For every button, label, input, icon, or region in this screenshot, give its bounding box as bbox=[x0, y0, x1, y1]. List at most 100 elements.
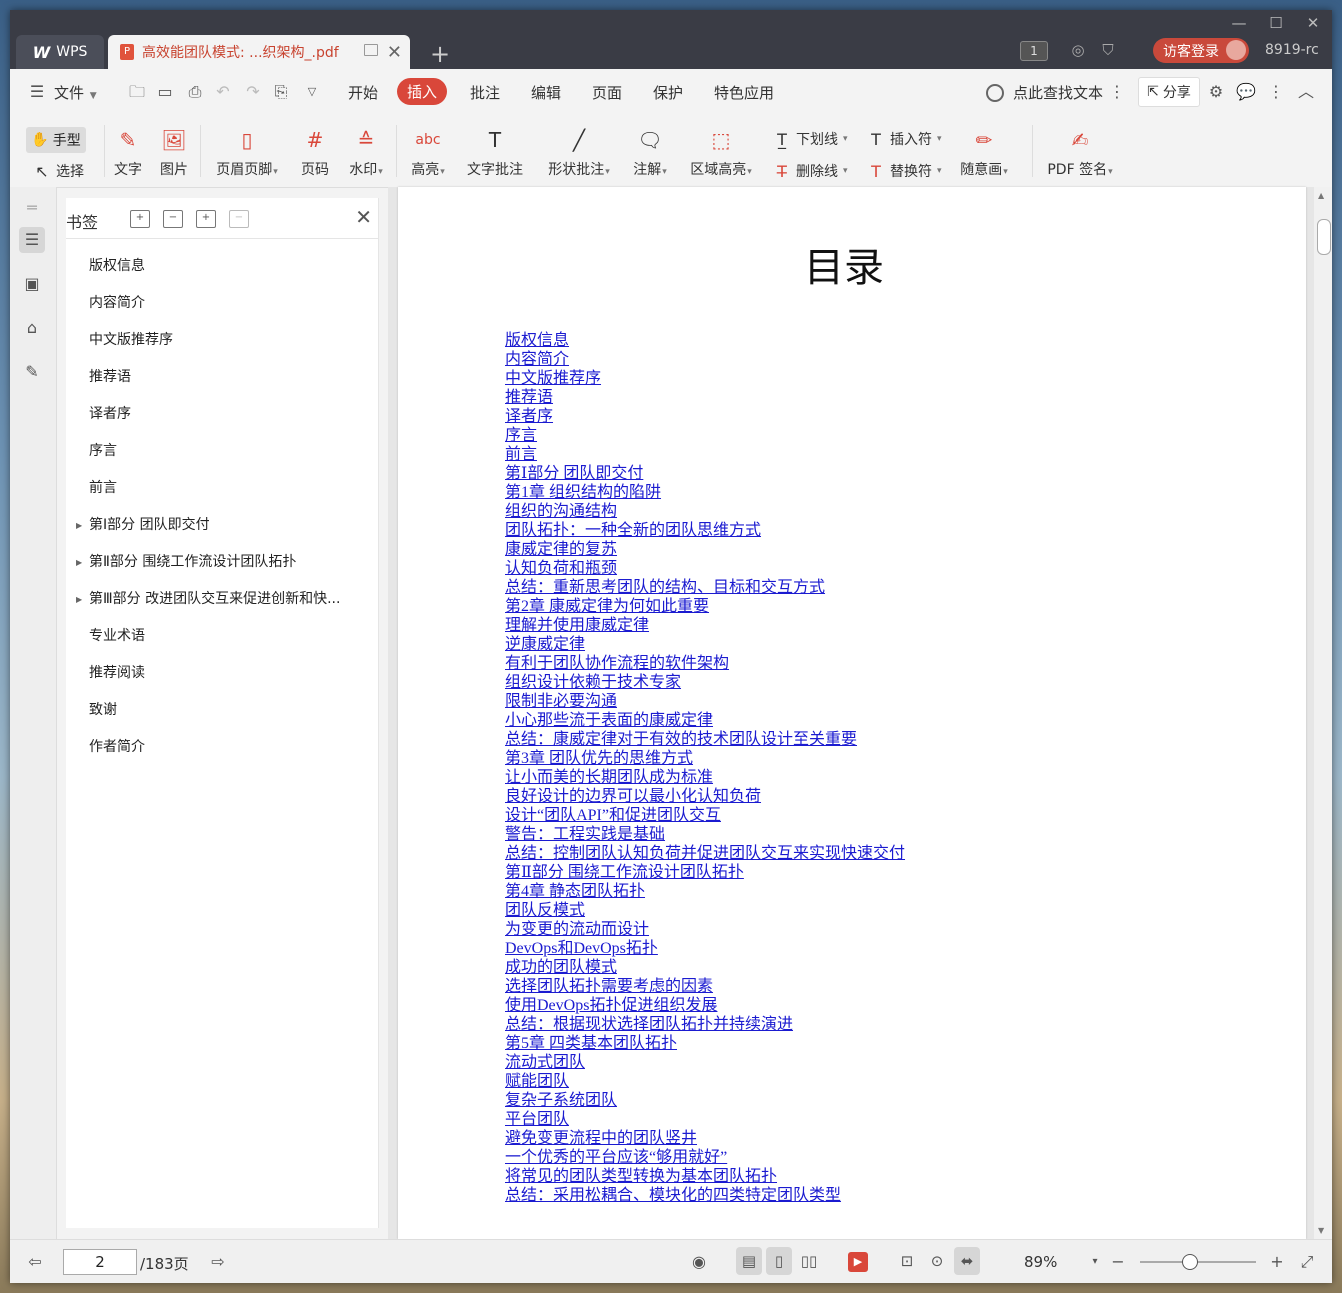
bookmark-item[interactable]: ▶ 第Ⅲ部分 改进团队交互来促进创新和快... bbox=[66, 581, 378, 618]
next-page-icon[interactable]: ⇨ bbox=[207, 1252, 229, 1272]
search-icon[interactable] bbox=[986, 84, 1004, 102]
two-page-view-icon[interactable]: ▯▯ bbox=[796, 1247, 822, 1275]
guest-login-button[interactable]: 访客登录 bbox=[1153, 38, 1249, 63]
toc-link[interactable]: 内容简介 bbox=[505, 350, 905, 369]
area-highlight-button[interactable]: ⬚ 区域高亮▾ bbox=[686, 115, 756, 179]
insert-image-button[interactable]: 🖼 图片 bbox=[158, 115, 190, 179]
actual-size-icon[interactable]: ⊡ bbox=[894, 1247, 920, 1275]
shape-comment-button[interactable]: ╱ 形状批注▾ bbox=[542, 115, 616, 179]
toc-link[interactable]: 中文版推荐序 bbox=[505, 369, 905, 388]
close-panel-icon[interactable]: ✕ bbox=[355, 205, 372, 229]
close-tab-icon[interactable]: ✕ bbox=[387, 42, 402, 63]
bookmark-item[interactable]: 推荐阅读 bbox=[66, 655, 378, 692]
toc-link[interactable]: 逆康威定律 bbox=[505, 635, 905, 654]
save-icon[interactable]: ▭ bbox=[155, 82, 175, 102]
bookmark-item[interactable]: 版权信息 bbox=[66, 248, 378, 285]
fit-page-icon[interactable]: ⊙ bbox=[924, 1247, 950, 1275]
toc-link[interactable]: 总结：根据现状选择团队拓扑并持续演进 bbox=[505, 1015, 905, 1034]
cloud-sync-icon[interactable]: ◎ bbox=[1068, 41, 1088, 61]
annotation-tag-icon[interactable]: ⌂ bbox=[19, 315, 45, 341]
add-bookmark-icon[interactable]: + bbox=[196, 210, 216, 228]
zoom-out-icon[interactable]: − bbox=[1107, 1252, 1129, 1272]
previous-page-icon[interactable]: ⇦ bbox=[24, 1252, 46, 1272]
collapse-all-icon[interactable]: − bbox=[163, 210, 183, 228]
scroll-down-icon[interactable]: ▼ bbox=[1318, 1226, 1324, 1235]
insert-symbol-button[interactable]: T 插入符 ▾ bbox=[866, 129, 941, 149]
page-number-input[interactable]: 2 bbox=[63, 1249, 137, 1275]
toc-link[interactable]: 小心那些流于表面的康威定律 bbox=[505, 711, 905, 730]
menu-edit[interactable]: 编辑 bbox=[531, 82, 561, 103]
wps-home-tab[interactable]: W WPS bbox=[16, 35, 104, 69]
toc-link[interactable]: 设计“团队API”和促进团队交互 bbox=[505, 806, 905, 825]
hand-tool-button[interactable]: ✋ 手型 bbox=[26, 127, 86, 153]
toc-link[interactable]: 总结：康威定律对于有效的技术团队设计至关重要 bbox=[505, 730, 905, 749]
toc-link[interactable]: 为变更的流动而设计 bbox=[505, 920, 905, 939]
bookmark-item[interactable]: 中文版推荐序 bbox=[66, 322, 378, 359]
new-tab-icon[interactable]: + bbox=[430, 40, 450, 68]
toc-link[interactable]: 将常见的团队类型转换为基本团队拓扑 bbox=[505, 1167, 905, 1186]
expand-arrow-icon[interactable]: ▶ bbox=[76, 544, 82, 581]
text-comment-button[interactable]: T 文字批注 bbox=[465, 115, 525, 179]
toc-link[interactable]: 流动式团队 bbox=[505, 1053, 905, 1072]
chat-bubble-icon[interactable]: 💬 bbox=[1236, 82, 1256, 102]
toc-link[interactable]: 使用DevOps拓扑促进组织发展 bbox=[505, 996, 905, 1015]
document-tab[interactable]: P 高效能团队模式: ...织架构_.pdf ✕ bbox=[108, 35, 410, 69]
fit-width-icon[interactable]: ⬌ bbox=[954, 1247, 980, 1275]
select-tool-button[interactable]: ↖ 选择 bbox=[32, 161, 84, 181]
drag-handle-icon[interactable]: ═ bbox=[19, 195, 45, 221]
document-view[interactable]: 目录 版权信息 内容简介 中文版推荐序 推荐语 译者序 序言 前言 第Ⅰ部分 团队即交付 第1章… bbox=[388, 187, 1332, 1239]
menu-page[interactable]: 页面 bbox=[592, 82, 622, 103]
delete-bookmark-icon[interactable]: − bbox=[229, 210, 249, 228]
toc-link[interactable]: 组织设计依赖于技术专家 bbox=[505, 673, 905, 692]
quick-access-dropdown-icon[interactable]: ▽ bbox=[302, 82, 322, 102]
more-vertical-icon[interactable]: ⋮ bbox=[1107, 82, 1127, 102]
underline-button[interactable]: T̲ 下划线 ▾ bbox=[772, 129, 847, 149]
fullscreen-icon[interactable]: ⤢ bbox=[1296, 1252, 1318, 1272]
toc-link[interactable]: 第1章 组织结构的陷阱 bbox=[505, 483, 905, 502]
insert-text-button[interactable]: ✎ 文字 bbox=[112, 115, 144, 179]
open-folder-icon[interactable]: 🗀 bbox=[127, 82, 147, 102]
signature-panel-icon[interactable]: ✎ bbox=[19, 359, 45, 385]
minimize-icon[interactable]: — bbox=[1222, 12, 1256, 34]
menu-start[interactable]: 开始 bbox=[348, 82, 378, 103]
hamburger-menu-icon[interactable]: ☰ bbox=[27, 82, 47, 102]
toc-link[interactable]: 限制非必要沟通 bbox=[505, 692, 905, 711]
toc-link[interactable]: 避免变更流程中的团队竖井 bbox=[505, 1129, 905, 1148]
thumbnail-image-icon[interactable]: ▣ bbox=[19, 271, 45, 297]
menu-comment[interactable]: 批注 bbox=[470, 82, 500, 103]
redo-icon[interactable]: ↷ bbox=[243, 82, 263, 102]
zoom-slider-knob[interactable] bbox=[1182, 1254, 1198, 1270]
expand-arrow-icon[interactable]: ▶ bbox=[76, 507, 82, 544]
toc-link[interactable]: 有利于团队协作流程的软件架构 bbox=[505, 654, 905, 673]
toc-link[interactable]: 组织的沟通结构 bbox=[505, 502, 905, 521]
toc-link[interactable]: 总结：采用松耦合、模块化的四类特定团队类型 bbox=[505, 1186, 905, 1205]
share-button[interactable]: ⇱ 分享 bbox=[1138, 77, 1200, 107]
zoom-slider[interactable] bbox=[1140, 1254, 1256, 1270]
toc-link[interactable]: 平台团队 bbox=[505, 1110, 905, 1129]
scroll-up-icon[interactable]: ▲ bbox=[1318, 191, 1324, 200]
toc-link[interactable]: 团队反模式 bbox=[505, 901, 905, 920]
print-icon[interactable]: ⎙ bbox=[185, 82, 205, 102]
toc-link[interactable]: 译者序 bbox=[505, 407, 905, 426]
close-window-icon[interactable]: ✕ bbox=[1296, 12, 1330, 34]
note-button[interactable]: 🗨 注解▾ bbox=[628, 115, 672, 179]
header-footer-button[interactable]: ▯ 页眉页脚▾ bbox=[212, 115, 282, 179]
zoom-level[interactable]: 89% bbox=[1024, 1253, 1057, 1271]
toc-link[interactable]: 前言 bbox=[505, 445, 905, 464]
skin-shirt-icon[interactable]: ⛉ bbox=[1098, 41, 1118, 61]
document-count-badge[interactable]: 1 bbox=[1020, 41, 1048, 61]
toc-link[interactable]: 第2章 康威定律为何如此重要 bbox=[505, 597, 905, 616]
toc-link[interactable]: 康威定律的复苏 bbox=[505, 540, 905, 559]
toc-link[interactable]: 理解并使用康威定律 bbox=[505, 616, 905, 635]
replace-symbol-button[interactable]: T 替换符 ▾ bbox=[866, 161, 941, 181]
toc-link[interactable]: 赋能团队 bbox=[505, 1072, 905, 1091]
toc-link[interactable]: 良好设计的边界可以最小化认知负荷 bbox=[505, 787, 905, 806]
toc-link[interactable]: 第5章 四类基本团队拓扑 bbox=[505, 1034, 905, 1053]
toc-link[interactable]: DevOps和DevOps拓扑 bbox=[505, 939, 905, 958]
bookmark-item[interactable]: 译者序 bbox=[66, 396, 378, 433]
toc-link[interactable]: 第3章 团队优先的思维方式 bbox=[505, 749, 905, 768]
zoom-dropdown-icon[interactable]: ▾ bbox=[1084, 1252, 1106, 1272]
toc-link[interactable]: 序言 bbox=[505, 426, 905, 445]
file-menu[interactable]: 文件 ▼ bbox=[54, 82, 97, 103]
expand-arrow-icon[interactable]: ▶ bbox=[76, 581, 82, 618]
